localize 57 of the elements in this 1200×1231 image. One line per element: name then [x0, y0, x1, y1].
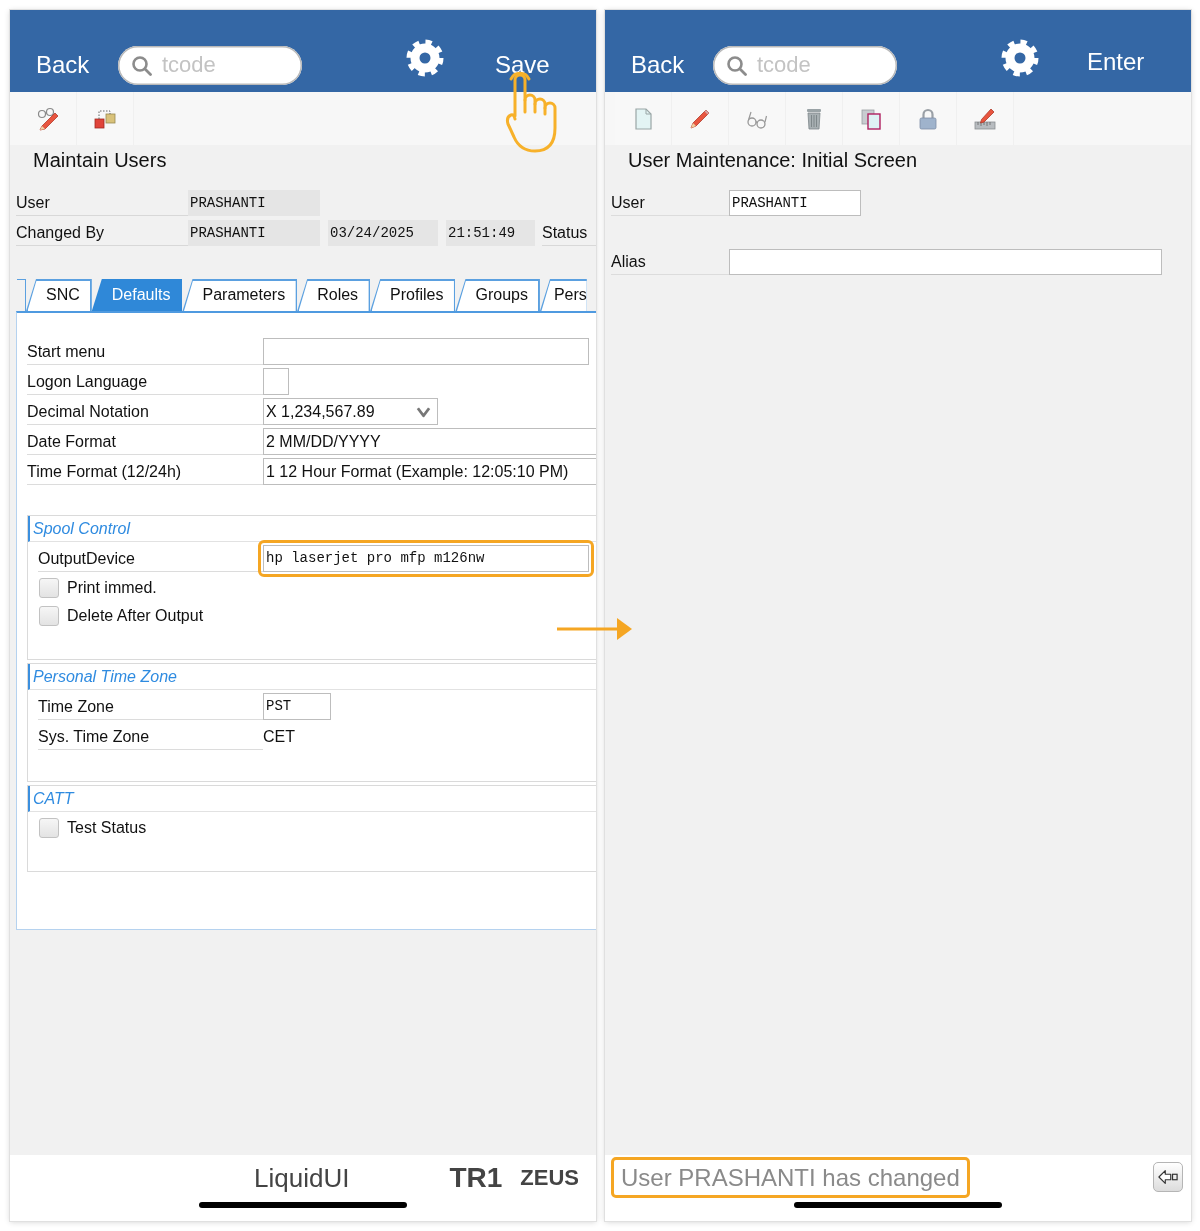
settings-icon[interactable]: [406, 39, 444, 77]
checkbox[interactable]: [39, 606, 59, 626]
input-field[interactable]: 2 MM/DD/YYYY: [263, 428, 596, 455]
dropdown-field[interactable]: X 1,234,567.89: [263, 398, 438, 425]
tab[interactable]: SNC: [26, 279, 92, 311]
arrow-button[interactable]: [1153, 1162, 1183, 1192]
input-field[interactable]: [263, 338, 589, 365]
screen-title: Maintain Users: [32, 148, 168, 173]
tab[interactable]: Groups: [455, 279, 540, 311]
group-title: CATT: [28, 786, 596, 812]
group-title: Personal Time Zone: [28, 664, 596, 690]
checkbox-label: Print immed.: [67, 579, 157, 597]
back-button[interactable]: Back: [36, 51, 92, 79]
group-title: Spool Control: [28, 516, 596, 542]
field-label: Decimal Notation: [27, 398, 263, 425]
action-button[interactable]: Save: [495, 51, 550, 79]
brand-label: LiquidUI: [254, 1162, 350, 1194]
checkbox[interactable]: [39, 578, 59, 598]
chevron-down-icon: [416, 405, 431, 418]
search-field[interactable]: tcode: [713, 45, 897, 85]
tab[interactable]: Roles: [297, 279, 371, 311]
input-field[interactable]: PST: [263, 693, 331, 720]
tab[interactable]: Profiles: [370, 279, 456, 311]
back-button[interactable]: Back: [631, 51, 687, 79]
field-label: Start menu: [27, 338, 263, 365]
input-field[interactable]: hp laserjet pro mfp m126nw: [263, 545, 589, 572]
server-label: ZEUS: [520, 1165, 579, 1191]
checkbox-label: Test Status: [67, 819, 147, 837]
glasses-pencil-icon: [35, 105, 61, 132]
readonly-field: 21:51:49: [446, 220, 535, 246]
input-field[interactable]: PRASHANTI: [729, 190, 861, 216]
field-value: CET: [263, 727, 295, 747]
search-icon: [726, 54, 747, 76]
status-message: User PRASHANTI has changed: [611, 1157, 970, 1198]
tab[interactable]: Parameters: [182, 279, 298, 311]
input-field[interactable]: [263, 368, 289, 395]
search-icon: [131, 54, 152, 76]
field-label: Sys. Time Zone: [38, 723, 263, 750]
readonly-field: PRASHANTI: [188, 220, 320, 246]
settings-icon[interactable]: [1001, 39, 1039, 77]
search-field[interactable]: tcode: [118, 45, 302, 85]
tab[interactable]: Pers: [539, 279, 587, 311]
readonly-field: 03/24/2025: [328, 220, 438, 246]
field-label: Logon Language: [27, 368, 263, 395]
checkbox-label: Delete After Output: [67, 607, 204, 625]
tab[interactable]: Defaults: [91, 279, 183, 311]
field-label: Date Format: [27, 428, 263, 455]
arrow-left-icon: [1157, 1167, 1179, 1187]
system-label: TR1: [449, 1162, 503, 1194]
field-label: Status: [542, 220, 596, 246]
field-label: Time Format (12/24h): [27, 458, 263, 485]
checkbox[interactable]: [39, 818, 59, 838]
readonly-field: PRASHANTI: [188, 190, 320, 216]
input-field[interactable]: [729, 249, 1162, 275]
screen-title: User Maintenance: Initial Screen: [627, 148, 919, 173]
input-field[interactable]: 1 12 Hour Format (Example: 12:05:10 PM): [263, 458, 596, 485]
action-button[interactable]: Enter: [1087, 48, 1145, 76]
